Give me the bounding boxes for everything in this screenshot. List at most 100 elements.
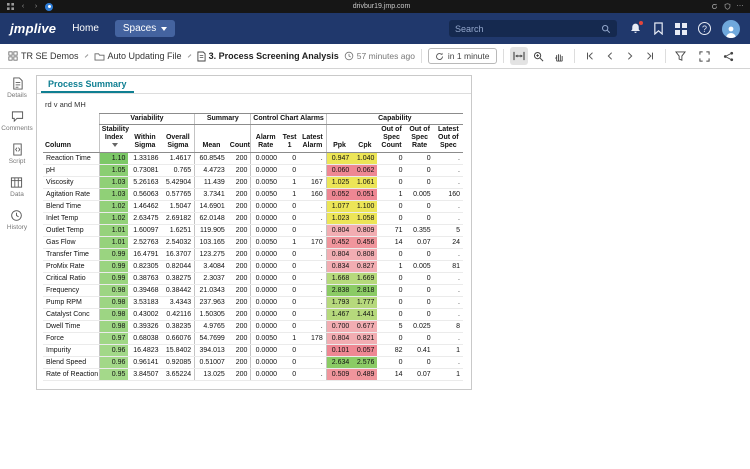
avatar[interactable] bbox=[722, 20, 740, 38]
table-row[interactable]: Blend Speed0.960.961410.920850.510072000… bbox=[43, 357, 463, 369]
fit-width-button[interactable] bbox=[510, 47, 528, 65]
forward-icon[interactable]: › bbox=[32, 3, 40, 11]
nav-home[interactable]: Home bbox=[68, 20, 103, 37]
column-header-ppk[interactable]: Ppk bbox=[326, 125, 352, 153]
table-row[interactable]: Reaction Time1.101.331861.461760.8545200… bbox=[43, 153, 463, 165]
breadcrumb-space[interactable]: TR SE Demos bbox=[8, 51, 79, 61]
cell-os: 0.765 bbox=[162, 165, 195, 177]
table-row[interactable]: Pump RPM0.983.531833.4343237.9632000.000… bbox=[43, 297, 463, 309]
cell-la: . bbox=[299, 285, 326, 297]
column-header-os[interactable]: Overall Sigma bbox=[162, 125, 195, 153]
cell-os: 1.6251 bbox=[162, 225, 195, 237]
breadcrumb-current[interactable]: 3. Process Screening Analysis bbox=[197, 51, 339, 62]
cell-t1: 0 bbox=[280, 201, 299, 213]
cell-si: 1.10 bbox=[99, 153, 128, 165]
column-header-oosc[interactable]: Out of Spec Count bbox=[377, 125, 405, 153]
table-row[interactable]: Viscosity1.035.261635.4290411.4392000.00… bbox=[43, 177, 463, 189]
column-header-oosr[interactable]: Out of Spec Rate bbox=[406, 125, 434, 153]
cell-oosc: 0 bbox=[377, 309, 405, 321]
cell-oosc: 1 bbox=[377, 261, 405, 273]
apps-grid-icon[interactable] bbox=[6, 3, 14, 11]
cell-name: Rate of Reaction bbox=[43, 369, 99, 381]
table-row[interactable]: Agitation Rate1.030.560630.577653.734120… bbox=[43, 189, 463, 201]
cell-ppk: 0.700 bbox=[326, 321, 352, 333]
table-row[interactable]: Impurity0.9616.482315.8402394.0132000.00… bbox=[43, 345, 463, 357]
table-row[interactable]: Catalyst Conc0.980.430020.421161.5030520… bbox=[43, 309, 463, 321]
cell-mean: 103.165 bbox=[195, 237, 228, 249]
table-row[interactable]: Transfer Time0.9916.479116.3707123.27520… bbox=[43, 249, 463, 261]
table-row[interactable]: Gas Flow1.012.527632.54032103.1652000.00… bbox=[43, 237, 463, 249]
bookmark-button[interactable] bbox=[653, 22, 664, 35]
table-row[interactable]: Rate of Reaction0.953.845073.6522413.025… bbox=[43, 369, 463, 381]
reload-icon[interactable] bbox=[710, 3, 718, 11]
table-row[interactable]: Outlet Temp1.011.600971.6251119.9052000.… bbox=[43, 225, 463, 237]
cell-ws: 2.52763 bbox=[128, 237, 161, 249]
table-row[interactable]: Critical Ratio0.990.387630.382752.303720… bbox=[43, 273, 463, 285]
cell-ar: 0.0000 bbox=[251, 249, 280, 261]
column-header-ar[interactable]: Alarm Rate bbox=[251, 125, 280, 153]
sidebar-item-label: Script bbox=[9, 158, 26, 165]
cell-si: 1.03 bbox=[99, 189, 128, 201]
table-row[interactable]: Force0.970.680380.6607654.76992000.00501… bbox=[43, 333, 463, 345]
cell-ppk: 2.634 bbox=[326, 357, 352, 369]
sidebar-item-details[interactable]: Details bbox=[7, 77, 27, 99]
share-button[interactable] bbox=[720, 47, 738, 65]
table-row[interactable]: Blend Time1.021.464621.504714.69012000.0… bbox=[43, 201, 463, 213]
cell-t1: 0 bbox=[280, 273, 299, 285]
browser-menu-icon[interactable]: ⋯ bbox=[736, 3, 744, 11]
site-favicon bbox=[45, 3, 53, 11]
cell-oosl: . bbox=[434, 249, 463, 261]
cell-la: . bbox=[299, 249, 326, 261]
column-header-cpk[interactable]: Cpk bbox=[352, 125, 377, 153]
url-bar[interactable]: drivbur19.jmp.com bbox=[58, 3, 705, 10]
breadcrumb-folder[interactable]: Auto Updating File bbox=[94, 51, 182, 61]
help-button[interactable]: ? bbox=[698, 22, 711, 35]
cell-mean: 4.9765 bbox=[195, 321, 228, 333]
sidebar-item-history[interactable]: History bbox=[7, 209, 27, 231]
sidebar-item-data[interactable]: Data bbox=[10, 176, 24, 198]
chevron-down-icon bbox=[161, 27, 167, 31]
cell-ws: 16.4823 bbox=[128, 345, 161, 357]
refresh-timer-button[interactable]: in 1 minute bbox=[428, 48, 497, 64]
notifications-button[interactable] bbox=[629, 22, 642, 35]
back-icon[interactable]: ‹ bbox=[19, 3, 27, 11]
column-header-mean[interactable]: Mean bbox=[195, 125, 228, 153]
column-header-ws[interactable]: Within Sigma bbox=[128, 125, 161, 153]
apps-button[interactable] bbox=[675, 23, 687, 35]
hand-tool-button[interactable] bbox=[550, 47, 568, 65]
table-row[interactable]: pH1.050.730810.7654.47232000.00000.0.060… bbox=[43, 165, 463, 177]
tab-process-summary[interactable]: Process Summary bbox=[41, 76, 134, 93]
fullscreen-button[interactable] bbox=[696, 47, 714, 65]
cell-n: 200 bbox=[228, 261, 251, 273]
sidebar-item-script[interactable]: Script bbox=[9, 143, 26, 165]
filter-button[interactable] bbox=[672, 47, 690, 65]
sidebar-item-comments[interactable]: Comments bbox=[1, 110, 32, 132]
next-page-button[interactable] bbox=[621, 47, 639, 65]
table-row[interactable]: ProMix Rate0.990.823050.820443.40842000.… bbox=[43, 261, 463, 273]
jmp-live-logo[interactable]: jmplive bbox=[10, 21, 56, 36]
column-header-t1[interactable]: Test 1 bbox=[280, 125, 299, 153]
column-header-oosl[interactable]: Latest Out of Spec bbox=[434, 125, 463, 153]
table-row[interactable]: Dwell Time0.980.393260.382354.97652000.0… bbox=[43, 321, 463, 333]
cell-oosr: 0 bbox=[406, 309, 434, 321]
cell-ppk: 0.947 bbox=[326, 153, 352, 165]
details-icon bbox=[11, 77, 24, 90]
table-row[interactable]: Inlet Temp1.022.634752.6918262.01482000.… bbox=[43, 213, 463, 225]
nav-spaces[interactable]: Spaces bbox=[115, 20, 175, 37]
column-header-si[interactable]: Stability Index bbox=[99, 125, 128, 153]
cell-os: 0.38275 bbox=[162, 273, 195, 285]
table-row[interactable]: Frequency0.980.394680.3844221.03432000.0… bbox=[43, 285, 463, 297]
cell-oosl: . bbox=[434, 357, 463, 369]
zoom-button[interactable] bbox=[530, 47, 548, 65]
cell-ws: 1.60097 bbox=[128, 225, 161, 237]
column-header-la[interactable]: Latest Alarm bbox=[299, 125, 326, 153]
prev-page-button[interactable] bbox=[601, 47, 619, 65]
column-header-n[interactable]: Count bbox=[228, 125, 251, 153]
cell-os: 0.92085 bbox=[162, 357, 195, 369]
last-page-button[interactable] bbox=[641, 47, 659, 65]
cell-ppk: 1.467 bbox=[326, 309, 352, 321]
first-page-button[interactable] bbox=[581, 47, 599, 65]
more-button[interactable] bbox=[744, 47, 750, 65]
search-input[interactable]: Search bbox=[449, 20, 617, 37]
column-header-name[interactable]: Column bbox=[43, 125, 99, 153]
